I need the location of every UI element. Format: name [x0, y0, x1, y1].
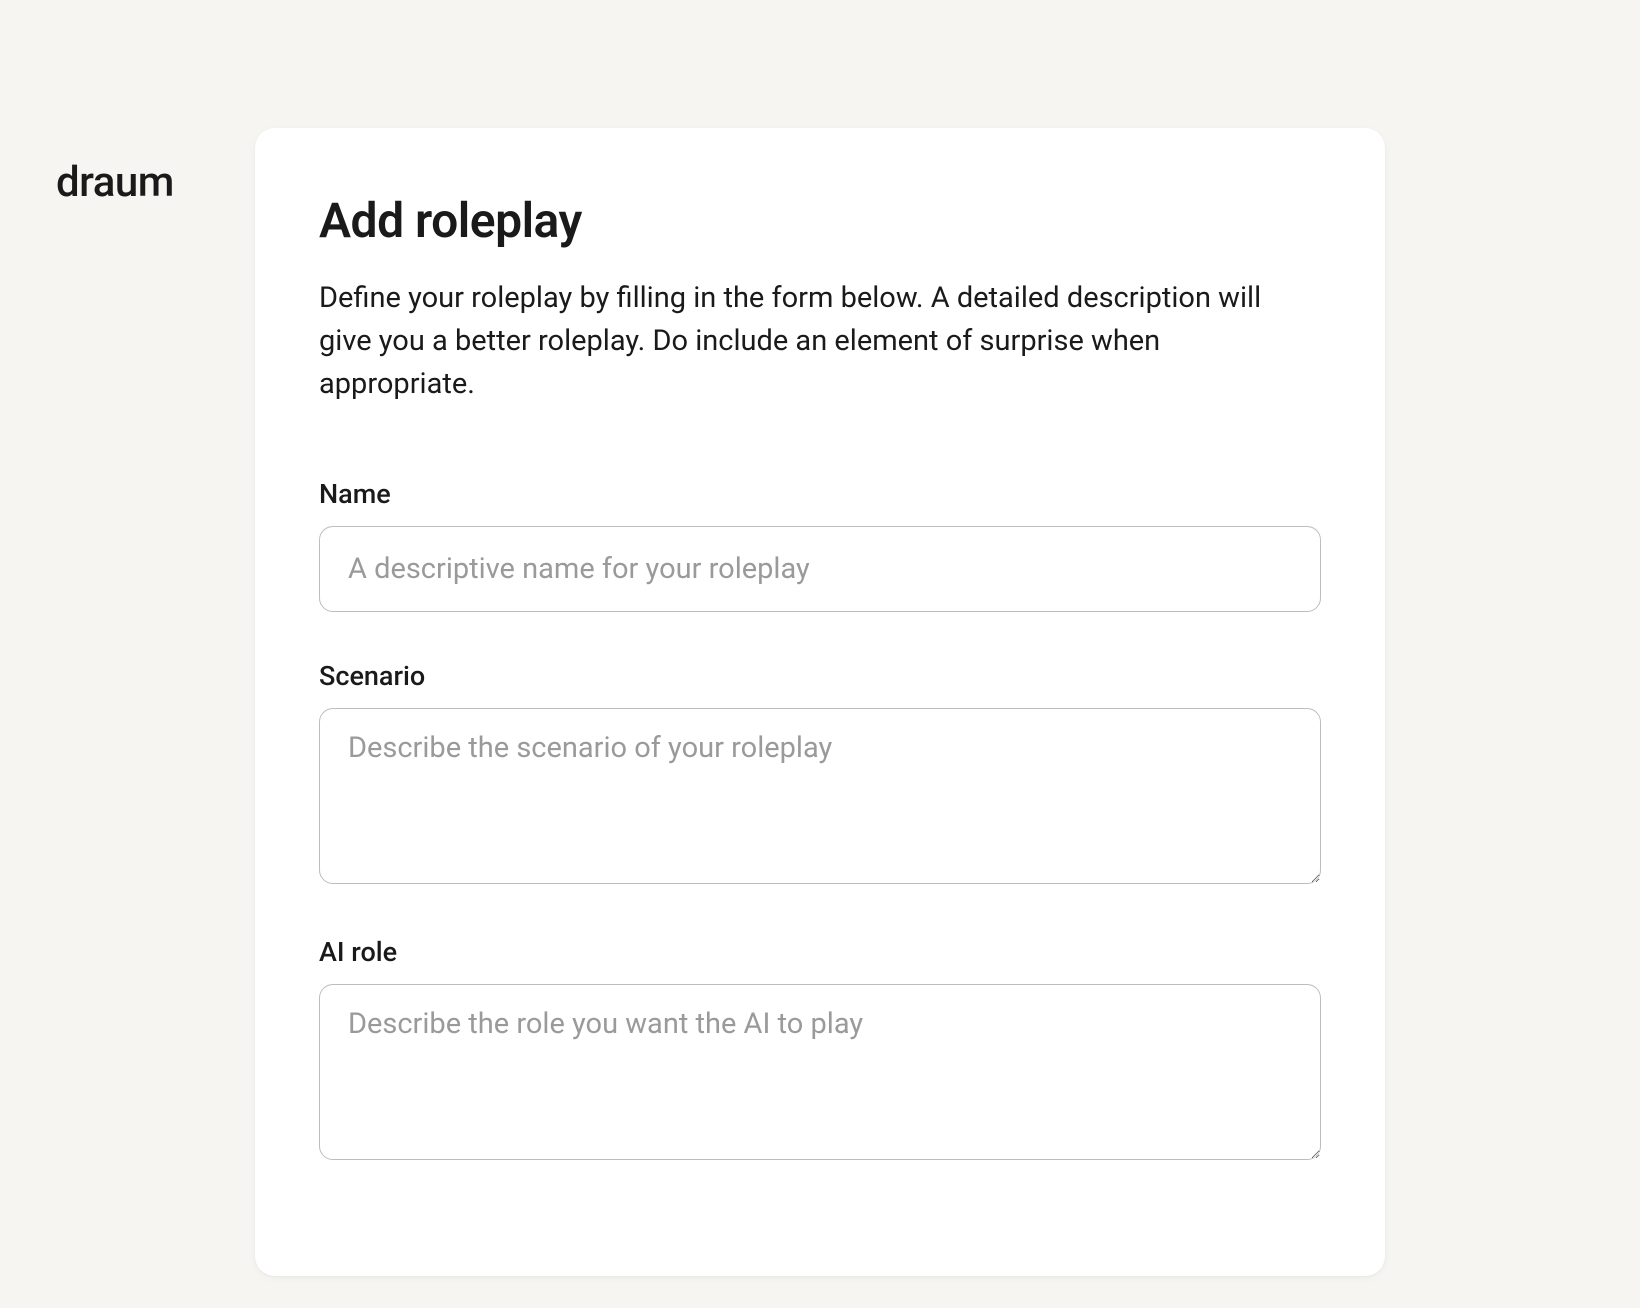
form-group-ai-role: AI role: [319, 936, 1321, 1164]
ai-role-label: AI role: [319, 936, 1321, 968]
scenario-label: Scenario: [319, 660, 1321, 692]
page-title: Add roleplay: [319, 192, 1321, 249]
app-container: draum Add roleplay Define your roleplay …: [0, 128, 1640, 1308]
logo[interactable]: draum: [56, 158, 174, 207]
form-card: Add roleplay Define your roleplay by fil…: [255, 128, 1385, 1276]
name-input[interactable]: [319, 526, 1321, 612]
page-description: Define your roleplay by filling in the f…: [319, 277, 1299, 406]
ai-role-input[interactable]: [319, 984, 1321, 1160]
scenario-input[interactable]: [319, 708, 1321, 884]
form-group-name: Name: [319, 478, 1321, 612]
name-label: Name: [319, 478, 1321, 510]
form-group-scenario: Scenario: [319, 660, 1321, 888]
